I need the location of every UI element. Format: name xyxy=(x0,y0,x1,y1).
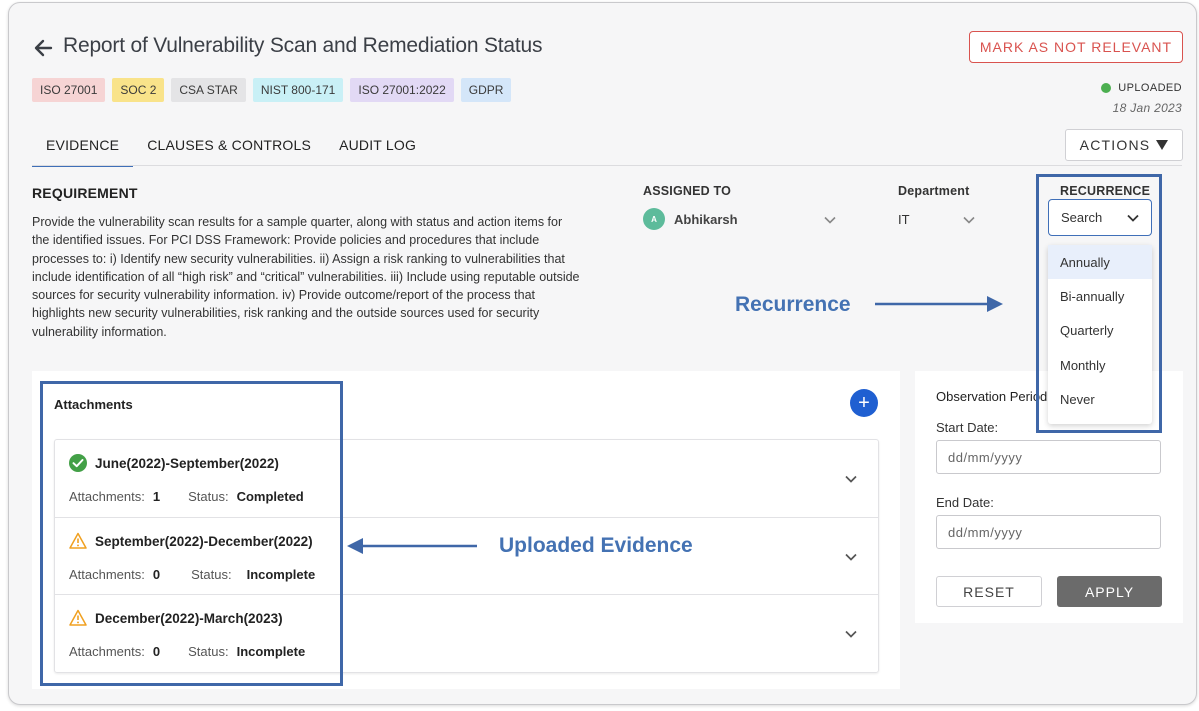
recurrence-annotation: Recurrence xyxy=(735,293,851,316)
assignee-select[interactable]: A Abhikarsh xyxy=(643,208,738,230)
caret-down-icon xyxy=(1156,140,1169,150)
actions-button[interactable]: ACTIONS xyxy=(1065,129,1183,161)
requirement-text: Provide the vulnerability scan results f… xyxy=(32,215,580,339)
reset-button[interactable]: RESET xyxy=(936,576,1042,607)
chevron-down-icon[interactable] xyxy=(962,213,976,227)
chevron-down-icon[interactable] xyxy=(844,550,858,564)
actions-label: ACTIONS xyxy=(1079,137,1151,153)
assignee-name: Abhikarsh xyxy=(674,211,738,227)
department-value[interactable]: IT xyxy=(898,212,910,227)
tab-evidence[interactable]: EVIDENCE xyxy=(32,129,134,167)
tab-clauses-controls[interactable]: CLAUSES & CONTROLS xyxy=(133,129,325,167)
recurrence-highlight-box xyxy=(1036,174,1162,433)
annotation-arrow-right-icon xyxy=(875,296,1003,312)
tag-nist: NIST 800-171 xyxy=(252,78,344,102)
back-arrow-icon[interactable] xyxy=(32,37,54,59)
status-date: 18 Jan 2023 xyxy=(1112,101,1182,115)
uploaded-evidence-annotation: Uploaded Evidence xyxy=(499,534,693,557)
status-badge: UPLOADED xyxy=(1118,82,1182,94)
end-date-input[interactable]: dd/mm/yyyy xyxy=(936,515,1161,549)
tag-iso27001: ISO 27001 xyxy=(32,78,106,102)
chevron-down-icon[interactable] xyxy=(823,213,837,227)
requirement-heading: REQUIREMENT xyxy=(32,185,138,201)
mark-not-relevant-button[interactable]: MARK AS NOT RELEVANT xyxy=(969,31,1183,63)
start-date-label: Start Date: xyxy=(936,420,999,435)
apply-button[interactable]: APPLY xyxy=(1057,576,1162,607)
assigned-to-label: ASSIGNED TO xyxy=(643,184,732,198)
app-window: Report of Vulnerability Scan and Remedia… xyxy=(8,2,1197,705)
add-attachment-button[interactable]: + xyxy=(850,389,878,417)
page-title: Report of Vulnerability Scan and Remedia… xyxy=(63,34,543,57)
department-label: Department xyxy=(898,184,970,198)
tag-csa-star: CSA STAR xyxy=(171,78,246,102)
tag-soc2: SOC 2 xyxy=(112,78,165,102)
tab-divider xyxy=(32,165,1182,166)
observation-heading: Observation Period xyxy=(936,389,1048,404)
status-block: UPLOADED 18 Jan 2023 xyxy=(1101,82,1182,115)
tab-audit-log[interactable]: AUDIT LOG xyxy=(325,129,430,167)
avatar: A xyxy=(643,208,665,230)
chevron-down-icon[interactable] xyxy=(844,627,858,641)
start-date-input[interactable]: dd/mm/yyyy xyxy=(936,440,1161,474)
tag-iso27001-2022: ISO 27001:2022 xyxy=(350,78,454,102)
annotation-arrow-left-icon xyxy=(347,538,477,554)
end-date-label: End Date: xyxy=(936,495,994,510)
chevron-down-icon[interactable] xyxy=(844,472,858,486)
status-dot-icon xyxy=(1101,83,1112,93)
framework-tags: ISO 27001 SOC 2 CSA STAR NIST 800-171 IS… xyxy=(32,78,512,102)
tab-bar: EVIDENCE CLAUSES & CONTROLS AUDIT LOG xyxy=(32,129,430,167)
attachments-highlight-box xyxy=(40,381,343,686)
tag-gdpr: GDPR xyxy=(460,78,512,102)
